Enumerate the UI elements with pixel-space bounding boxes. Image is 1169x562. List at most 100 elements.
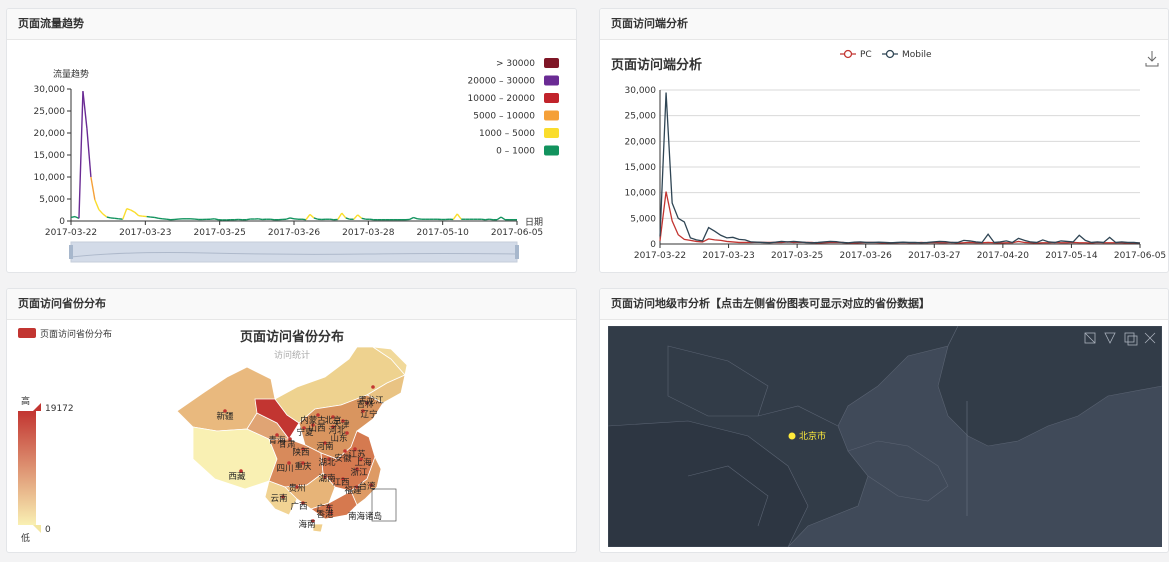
visual-map-handle-bottom[interactable]: [33, 525, 41, 533]
series-segment[interactable]: [78, 91, 84, 219]
province-label: 四川: [276, 464, 293, 474]
legend-label[interactable]: PC: [860, 50, 872, 60]
legend-swatch[interactable]: [544, 58, 559, 68]
series-segment[interactable]: [413, 216, 418, 220]
legend-label[interactable]: 5000 – 10000: [473, 112, 535, 122]
series-segment[interactable]: [353, 214, 359, 220]
series-segment[interactable]: [361, 217, 366, 220]
panel-title: 页面流量趋势: [7, 9, 576, 40]
x-tick-label: 2017-04-20: [977, 251, 1030, 261]
y-tick-label: 10,000: [34, 173, 66, 183]
province-label: 湖北: [318, 458, 336, 468]
series-segment[interactable]: [409, 216, 414, 221]
panel-title: 页面访问地级市分析【点击左侧省份图表可显示对应的省份数据】: [600, 289, 1168, 320]
y-tick-label: 5,000: [39, 195, 65, 205]
city-label[interactable]: 北京市: [799, 430, 826, 442]
x-tick-label: 2017-03-28: [342, 228, 395, 238]
series-segment[interactable]: [86, 128, 92, 178]
legend-swatch[interactable]: [544, 145, 559, 156]
series-segment[interactable]: [90, 176, 96, 201]
x-tick-label: 2017-03-25: [194, 228, 246, 238]
traffic-trend-chart[interactable]: 流量趋势 0 5,000 10,000 15,000 20,000 25,000 30,000…: [7, 39, 576, 272]
series-segment[interactable]: [309, 213, 315, 219]
traffic-trend-panel: 页面流量趋势 流量趋势 0 5,000 10,000 15,000 20,000 25,00…: [6, 8, 577, 273]
legend-swatch[interactable]: [544, 75, 559, 86]
series-line[interactable]: [659, 92, 1141, 244]
legend-label[interactable]: 10000 – 20000: [468, 94, 536, 104]
series-segment[interactable]: [305, 213, 311, 221]
series-segment[interactable]: [102, 213, 108, 218]
series-segment[interactable]: [341, 212, 347, 219]
x-tick-label: 2017-03-22: [45, 228, 97, 238]
province-label: 贵州: [288, 483, 305, 494]
legend-marker[interactable]: [885, 49, 895, 59]
series-segment[interactable]: [154, 216, 159, 220]
visual-map-handle-top[interactable]: [33, 403, 41, 411]
visual-map-min: 0: [45, 525, 51, 535]
series-segment[interactable]: [246, 218, 251, 221]
legend-swatch[interactable]: [18, 328, 36, 338]
series-segment[interactable]: [345, 217, 350, 220]
y-tick-label: 30,000: [625, 86, 657, 96]
province-point[interactable]: [371, 385, 375, 389]
legend-marker[interactable]: [843, 49, 853, 59]
legend-label[interactable]: 0 – 1000: [496, 147, 535, 157]
series-segment[interactable]: [122, 208, 128, 220]
province-label: 上海: [354, 457, 372, 468]
x-tick-label: 2017-03-25: [771, 251, 823, 261]
series-segment[interactable]: [130, 209, 136, 213]
data-zoom-handle-left[interactable]: [69, 245, 73, 259]
series-segment[interactable]: [289, 217, 295, 220]
province-label: 香港: [316, 509, 334, 520]
province-label: 云南: [270, 493, 287, 504]
city-map[interactable]: 北京市: [608, 326, 1162, 547]
series-segment[interactable]: [285, 217, 291, 220]
series-segment[interactable]: [496, 216, 502, 221]
series-segment[interactable]: [70, 215, 76, 219]
y-tick-label: 10,000: [625, 189, 657, 199]
x-tick-label: 2017-03-22: [634, 251, 686, 261]
legend-label[interactable]: > 30000: [496, 59, 535, 69]
series-segment[interactable]: [214, 218, 219, 221]
download-icon[interactable]: [1145, 51, 1159, 67]
y-tick-label: 15,000: [34, 151, 66, 161]
series-line[interactable]: [659, 191, 1141, 244]
data-zoom-slider[interactable]: [70, 241, 518, 263]
province-label: 重庆: [294, 461, 312, 472]
visual-map-bar[interactable]: [18, 411, 36, 525]
legend-label[interactable]: 页面访问省份分布: [40, 328, 112, 340]
city-map-svg[interactable]: 北京市: [608, 326, 1162, 547]
series-segment[interactable]: [456, 213, 462, 220]
province-distribution-panel: 页面访问省份分布 页面访问省份分布 页面访问省份分布 访问统计 高 19172 …: [6, 288, 577, 553]
series-segment[interactable]: [452, 213, 458, 220]
legend-swatch[interactable]: [544, 110, 559, 121]
legend-swatch[interactable]: [544, 128, 559, 138]
x-tick-label: 2017-03-26: [840, 251, 893, 261]
series-segment[interactable]: [357, 214, 363, 219]
data-zoom-handle-right[interactable]: [515, 245, 519, 259]
series-segment[interactable]: [126, 208, 131, 211]
series-segment[interactable]: [98, 209, 104, 215]
series-segment[interactable]: [337, 212, 343, 220]
legend-label[interactable]: Mobile: [902, 50, 932, 60]
y-tick-label: 20,000: [625, 137, 657, 147]
device-analysis-chart[interactable]: 页面访问端分析 PC Mobile 0 5,000 10,000 15,000 20,000 2…: [600, 39, 1168, 272]
province-label: 南海诸岛: [348, 511, 382, 522]
city-analysis-panel: 页面访问地级市分析【点击左侧省份图表可显示对应的省份数据】 北京市: [599, 288, 1169, 553]
series-segment[interactable]: [134, 211, 140, 217]
series-segment[interactable]: [258, 218, 263, 221]
y-axis-title: 流量趋势: [53, 68, 89, 80]
province-map[interactable]: 页面访问省份分布 页面访问省份分布 访问统计 高 19172 0 低 新疆西藏青…: [7, 319, 576, 552]
series-segment[interactable]: [313, 217, 319, 220]
map-title: 页面访问省份分布: [240, 329, 344, 345]
province-point[interactable]: [343, 449, 347, 453]
legend-label[interactable]: 20000 – 30000: [468, 77, 536, 87]
city-point[interactable]: [788, 432, 796, 440]
series-segment[interactable]: [106, 216, 111, 219]
visual-map-max: 19172: [45, 404, 74, 414]
legend-swatch[interactable]: [544, 93, 559, 103]
series-segment[interactable]: [94, 199, 100, 210]
series-segment[interactable]: [500, 216, 506, 221]
series-segment[interactable]: [82, 91, 88, 129]
legend-label[interactable]: 1000 – 5000: [479, 129, 535, 139]
